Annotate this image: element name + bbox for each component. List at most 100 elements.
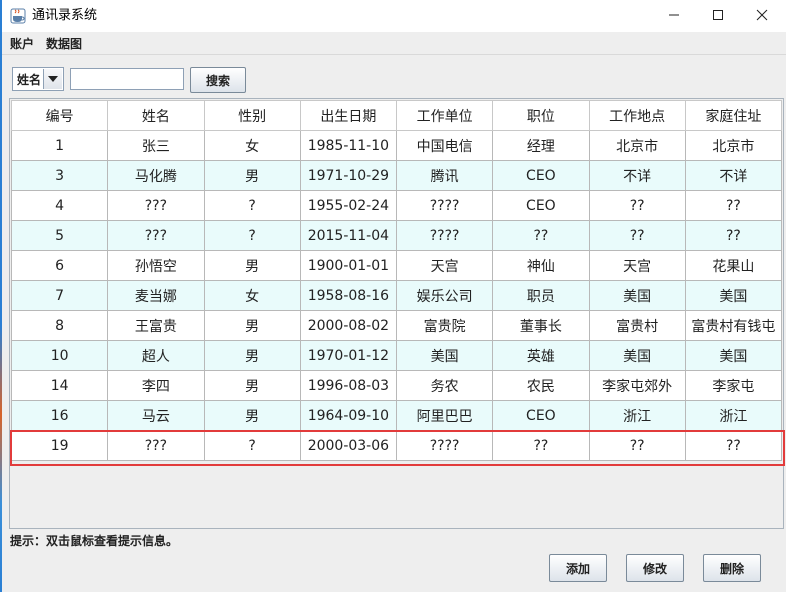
- menu-data-chart[interactable]: 数据图: [46, 35, 82, 52]
- table-cell[interactable]: 1964-09-10: [299, 400, 398, 431]
- table-cell[interactable]: 花果山: [684, 250, 783, 281]
- search-button[interactable]: 搜索: [190, 67, 246, 93]
- search-field-select[interactable]: 姓名: [12, 67, 64, 91]
- table-row[interactable]: 3 马化腾男 1971-10-29 腾讯 CEO 不详 不详: [10, 160, 783, 191]
- table-cell[interactable]: 阿里巴巴: [395, 400, 494, 431]
- table-cell[interactable]: 男: [203, 310, 301, 341]
- column-header[interactable]: 编号: [10, 100, 109, 131]
- table-cell[interactable]: 中国电信: [395, 130, 494, 161]
- table-cell[interactable]: CEO: [492, 160, 590, 191]
- table-cell[interactable]: 李家屯: [684, 370, 783, 401]
- table-cell[interactable]: 7: [10, 280, 109, 311]
- table-cell[interactable]: 王富贵: [107, 310, 205, 341]
- maximize-button[interactable]: [696, 0, 740, 30]
- table-cell[interactable]: 麦当娜: [107, 280, 205, 311]
- table-row[interactable]: 10 超人男 1970-01-12 美国 英雄 美国 美国: [10, 340, 783, 371]
- table-cell[interactable]: 男: [203, 370, 301, 401]
- column-header[interactable]: 出生日期: [299, 100, 398, 131]
- table-cell[interactable]: 马化腾: [107, 160, 205, 191]
- table-cell[interactable]: 1971-10-29: [299, 160, 398, 191]
- table-cell[interactable]: 神仙: [492, 250, 590, 281]
- table-cell[interactable]: CEO: [492, 190, 590, 221]
- table-cell[interactable]: 2000-08-02: [299, 310, 398, 341]
- table-cell[interactable]: 男: [203, 400, 301, 431]
- table-cell[interactable]: 2015-11-04: [299, 220, 398, 251]
- table-cell[interactable]: 富贵村有钱屯: [684, 310, 783, 341]
- add-button[interactable]: 添加: [549, 554, 607, 582]
- table-row[interactable]: 6 孙悟空男 1900-01-01 天宫 神仙 天宫 花果山: [10, 250, 783, 281]
- table-cell[interactable]: 英雄: [492, 340, 590, 371]
- table-cell[interactable]: 8: [10, 310, 109, 341]
- table-cell[interactable]: ??: [588, 190, 686, 221]
- table-cell[interactable]: ????: [395, 430, 494, 461]
- table-cell[interactable]: 董事长: [492, 310, 590, 341]
- menu-account[interactable]: 账户: [10, 35, 34, 52]
- table-row[interactable]: 14 李四男 1996-08-03 务农 农民 李家屯郊外 李家屯: [10, 370, 783, 401]
- table-cell[interactable]: 浙江: [588, 400, 686, 431]
- table-cell[interactable]: 北京市: [588, 130, 686, 161]
- table-cell[interactable]: ???: [107, 190, 205, 221]
- table-cell[interactable]: 超人: [107, 340, 205, 371]
- table-cell[interactable]: 天宫: [588, 250, 686, 281]
- table-cell[interactable]: 10: [10, 340, 109, 371]
- table-row[interactable]: 1 张三女 1985-11-10 中国电信 经理 北京市 北京市: [10, 130, 783, 161]
- table-cell[interactable]: 不详: [684, 160, 783, 191]
- table-cell[interactable]: 女: [203, 130, 301, 161]
- table-cell[interactable]: 富贵院: [395, 310, 494, 341]
- table-cell[interactable]: 1970-01-12: [299, 340, 398, 371]
- table-cell[interactable]: 1958-08-16: [299, 280, 398, 311]
- table-cell[interactable]: ???: [107, 430, 205, 461]
- table-cell[interactable]: 浙江: [684, 400, 783, 431]
- table-cell[interactable]: 男: [203, 250, 301, 281]
- edit-button[interactable]: 修改: [626, 554, 684, 582]
- table-cell[interactable]: ??: [684, 220, 783, 251]
- table-cell[interactable]: 男: [203, 340, 301, 371]
- table-cell[interactable]: ??: [492, 430, 590, 461]
- table-cell[interactable]: ??: [684, 190, 783, 221]
- table-row[interactable]: 16 马云男 1964-09-10 阿里巴巴 CEO 浙江 浙江: [10, 400, 783, 431]
- column-header[interactable]: 性别: [203, 100, 301, 131]
- table-cell[interactable]: 1900-01-01: [299, 250, 398, 281]
- table-cell[interactable]: 腾讯: [395, 160, 494, 191]
- table-cell[interactable]: 务农: [395, 370, 494, 401]
- table-cell[interactable]: 李四: [107, 370, 205, 401]
- column-header[interactable]: 工作单位: [395, 100, 494, 131]
- delete-button[interactable]: 删除: [703, 554, 761, 582]
- table-cell[interactable]: 6: [10, 250, 109, 281]
- table-cell[interactable]: ??: [492, 220, 590, 251]
- table-cell[interactable]: 男: [203, 160, 301, 191]
- table-row[interactable]: 8 王富贵男 2000-08-02 富贵院 董事长 富贵村 富贵村有钱屯: [10, 310, 783, 341]
- close-button[interactable]: [740, 0, 784, 30]
- column-header[interactable]: 职位: [492, 100, 590, 131]
- table-cell[interactable]: 美国: [395, 340, 494, 371]
- table-cell[interactable]: ??: [588, 220, 686, 251]
- table-cell[interactable]: 北京市: [684, 130, 783, 161]
- table-cell[interactable]: 1955-02-24: [299, 190, 398, 221]
- table-cell[interactable]: ?: [203, 430, 301, 461]
- table-cell[interactable]: ????: [395, 190, 494, 221]
- table-cell[interactable]: 孙悟空: [107, 250, 205, 281]
- table-cell[interactable]: 16: [10, 400, 109, 431]
- table-cell[interactable]: 14: [10, 370, 109, 401]
- table-cell[interactable]: 职员: [492, 280, 590, 311]
- search-input[interactable]: [70, 68, 184, 90]
- table-cell[interactable]: 4: [10, 190, 109, 221]
- table-cell[interactable]: 经理: [492, 130, 590, 161]
- table-cell[interactable]: 美国: [684, 280, 783, 311]
- table-row[interactable]: 7 麦当娜女 1958-08-16 娱乐公司 职员 美国 美国: [10, 280, 783, 311]
- table-cell[interactable]: ????: [395, 220, 494, 251]
- table-scroll-pane[interactable]: 编号 姓名 性别 出生日期 工作单位 职位 工作地点 家庭住址 1 张三女 1985-11-10 中…: [9, 98, 784, 529]
- table-cell[interactable]: 美国: [588, 340, 686, 371]
- table-cell[interactable]: 天宫: [395, 250, 494, 281]
- table-cell[interactable]: 1: [10, 130, 109, 161]
- table-row[interactable]: 5???? 2015-11-04??????????: [10, 220, 783, 251]
- table-cell[interactable]: 3: [10, 160, 109, 191]
- table-cell[interactable]: 张三: [107, 130, 205, 161]
- table-cell[interactable]: 19: [10, 430, 109, 461]
- combo-dropdown-button[interactable]: [43, 69, 62, 89]
- table-cell[interactable]: 娱乐公司: [395, 280, 494, 311]
- table-cell[interactable]: CEO: [492, 400, 590, 431]
- table-cell[interactable]: 女: [203, 280, 301, 311]
- column-header[interactable]: 工作地点: [588, 100, 686, 131]
- table-row[interactable]: 19???? 2000-03-06??????????: [10, 430, 783, 461]
